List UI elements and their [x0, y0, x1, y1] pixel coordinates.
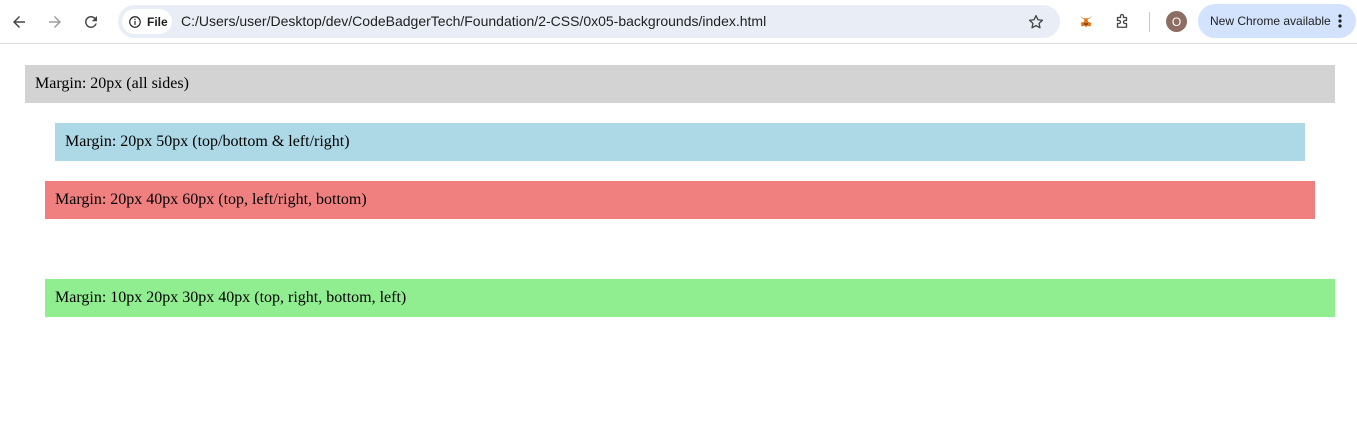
- back-arrow-icon: [13, 16, 25, 28]
- reload-icon: [85, 15, 97, 28]
- reload-button[interactable]: [76, 7, 106, 37]
- margin-box-two-values: Margin: 20px 50px (top/bottom & left/rig…: [55, 123, 1305, 161]
- three-dots-vertical-icon: [1338, 14, 1342, 28]
- browser-toolbar: File C:/Users/user/Desktop/dev/CodeBadge…: [0, 0, 1357, 44]
- site-info-chip[interactable]: File: [122, 9, 172, 34]
- forward-arrow-icon: [49, 16, 61, 28]
- margin-box-three-values: Margin: 20px 40px 60px (top, left/right,…: [45, 181, 1315, 219]
- info-icon: [129, 15, 141, 28]
- update-label: New Chrome available: [1210, 14, 1331, 28]
- page-viewport: Margin: 20px (all sides) Margin: 20px 50…: [0, 45, 1357, 430]
- star-icon: [1028, 14, 1044, 29]
- profile-avatar[interactable]: O: [1166, 11, 1187, 32]
- puzzle-piece-icon: [1116, 13, 1128, 28]
- bookmark-button[interactable]: [1026, 12, 1046, 32]
- margin-box-all-sides: Margin: 20px (all sides): [25, 65, 1335, 103]
- forward-button[interactable]: [40, 7, 70, 37]
- fox-extension-icon: [1079, 16, 1093, 28]
- metamask-extension-button[interactable]: [1072, 8, 1100, 36]
- chrome-menu-button[interactable]: [1332, 13, 1348, 29]
- site-chip-label: File: [147, 14, 168, 29]
- address-bar[interactable]: File C:/Users/user/Desktop/dev/CodeBadge…: [118, 5, 1060, 38]
- toolbar-separator: [1149, 12, 1150, 32]
- extensions-button[interactable]: [1108, 8, 1136, 36]
- margin-box-four-values: Margin: 10px 20px 30px 40px (top, right,…: [45, 279, 1335, 317]
- chrome-update-button[interactable]: New Chrome available: [1198, 4, 1356, 38]
- back-button[interactable]: [4, 7, 34, 37]
- url-text[interactable]: C:/Users/user/Desktop/dev/CodeBadgerTech…: [181, 13, 766, 29]
